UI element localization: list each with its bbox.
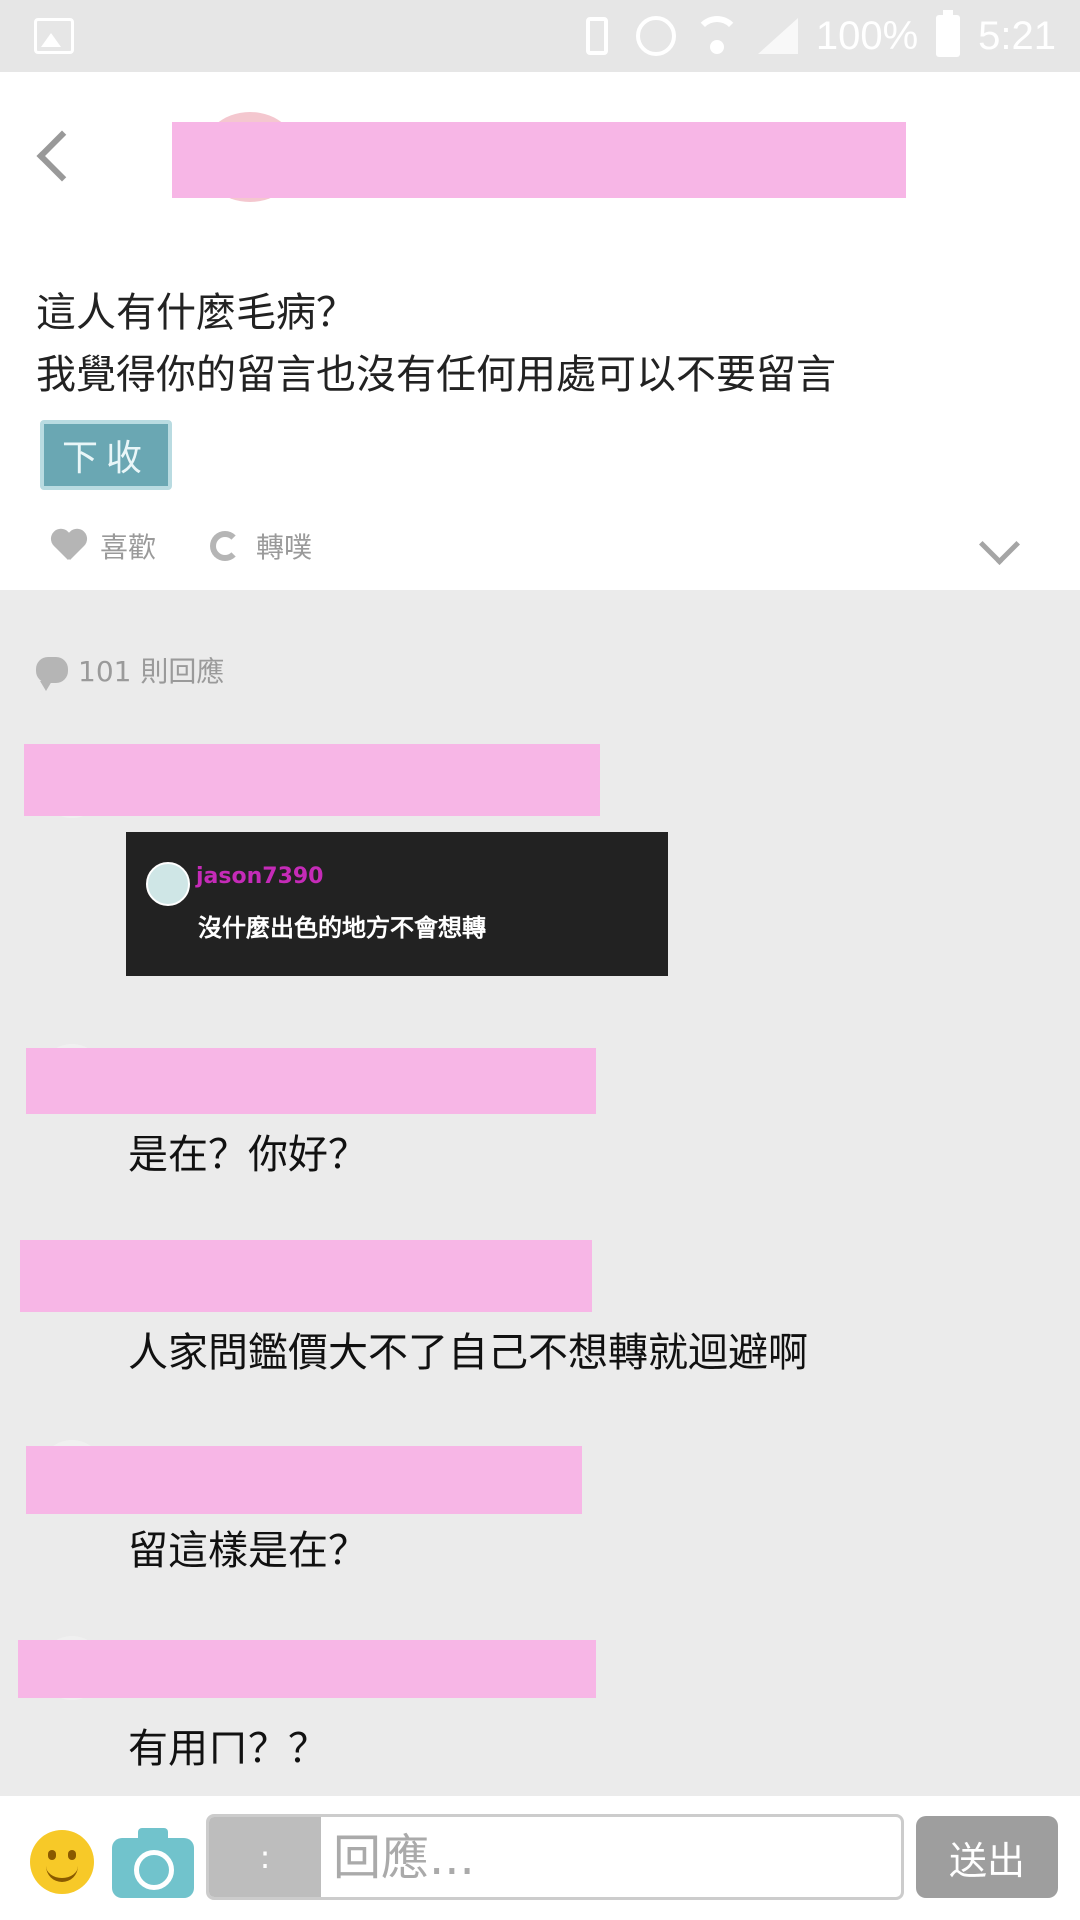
alarm-icon (635, 16, 676, 56)
redacted-commenter (20, 1240, 592, 1312)
status-bar: 100% 5:21 (0, 0, 1080, 72)
redacted-commenter (18, 1640, 596, 1698)
response-count-label: 101 則回應 (78, 655, 225, 688)
wifi-icon (693, 16, 740, 56)
send-button[interactable]: 送出 (916, 1816, 1058, 1898)
reply-input[interactable] (331, 1825, 895, 1891)
response-count: 101 則回應 (36, 650, 225, 691)
repost-icon (210, 531, 241, 561)
post-line: 這人有什麼毛病？ (36, 290, 356, 336)
redacted-commenter (26, 1446, 582, 1514)
like-label: 喜歡 (100, 531, 157, 564)
screenshot-username: jason7390 (196, 864, 324, 889)
comment-screenshot-image[interactable]: jason7390 沒什麼出色的地方不會想轉 (126, 832, 668, 976)
comment-text: 有用ㄇ？？ (128, 1726, 328, 1772)
camera-icon[interactable] (112, 1828, 194, 1898)
reply-input-wrapper: : (206, 1814, 904, 1900)
post-card: 這人有什麼毛病？ 我覺得你的留言也沒有任何用處可以不要留言 下收 喜歡 轉噗 (0, 72, 1080, 590)
comment-text: 是在？你好？ (128, 1132, 368, 1178)
comment-bubble-icon (36, 657, 68, 691)
reply-composer: : 送出 (0, 1796, 1080, 1920)
qualifier-selector[interactable]: : (209, 1817, 321, 1897)
qualifier-label: : (259, 1838, 271, 1876)
post-body: 這人有什麼毛病？ 我覺得你的留言也沒有任何用處可以不要留言 (36, 282, 836, 406)
comment-text: 留這樣是在？ (128, 1528, 368, 1574)
screenshot-avatar (146, 862, 190, 906)
redacted-commenter (26, 1048, 596, 1114)
redacted-author (172, 122, 906, 198)
comment-text: 人家問鑑價大不了自己不想轉就迴避啊 (128, 1330, 808, 1376)
sticker-image: 下收 (40, 420, 172, 490)
post-actions: 喜歡 轉噗 (52, 524, 366, 568)
signal-icon (757, 18, 798, 54)
heart-icon (52, 530, 86, 562)
clock: 5:21 (978, 13, 1056, 58)
post-line: 我覺得你的留言也沒有任何用處可以不要留言 (36, 352, 836, 398)
emoji-icon[interactable] (30, 1830, 94, 1894)
repost-label: 轉噗 (256, 531, 313, 564)
gallery-icon (34, 18, 74, 54)
status-icons: 100% 5:21 (576, 10, 1056, 62)
chevron-down-icon[interactable] (978, 523, 1021, 566)
sticker-text: 下收 (61, 438, 150, 479)
like-button[interactable]: 喜歡 (52, 526, 156, 566)
battery-icon (936, 10, 961, 57)
screenshot-text: 沒什麼出色的地方不會想轉 (198, 914, 486, 942)
vibrate-icon (585, 17, 608, 55)
back-icon[interactable] (36, 130, 88, 182)
redacted-commenter (24, 744, 600, 816)
battery-percent: 100% (815, 13, 919, 58)
repost-button[interactable]: 轉噗 (210, 526, 312, 566)
